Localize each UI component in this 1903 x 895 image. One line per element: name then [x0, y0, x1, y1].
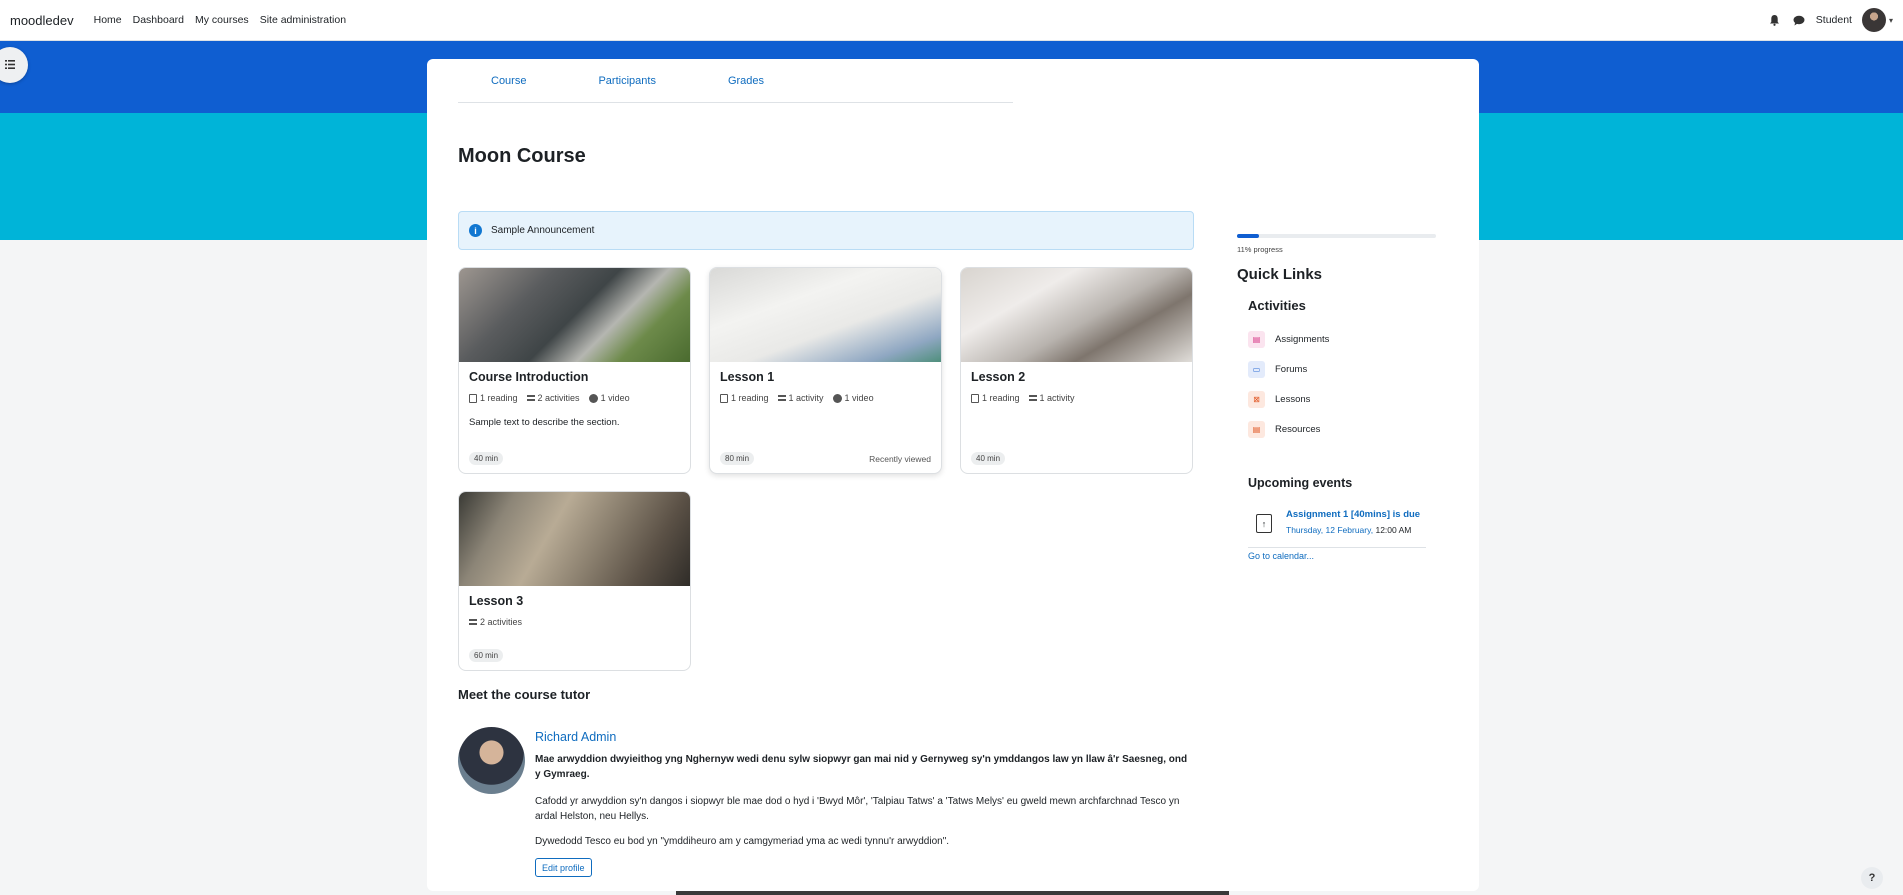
- activity-link-assignments[interactable]: ▤ Assignments: [1248, 331, 1329, 348]
- section-image: [710, 268, 941, 362]
- reading-icon: [971, 393, 979, 403]
- assignment-icon: ▤: [1248, 331, 1265, 348]
- chevron-down-icon[interactable]: ▾: [1889, 16, 1893, 25]
- course-progress-bar: [1237, 234, 1436, 238]
- course-tabs: Course Participants Grades: [458, 59, 1013, 103]
- nav-dashboard[interactable]: Dashboard: [133, 14, 184, 26]
- announcement-text: Sample Announcement: [491, 225, 595, 236]
- tutor-avatar: [458, 727, 525, 794]
- section-image: [459, 268, 690, 362]
- footer-bar: [676, 891, 1229, 895]
- section-meta: 1 reading 1 activity: [971, 393, 1182, 403]
- tab-participants[interactable]: Participants: [598, 75, 655, 87]
- activity-link-resources[interactable]: ▤ Resources: [1248, 421, 1320, 438]
- event-date: Thursday, 12 February, 12:00 AM: [1286, 525, 1412, 535]
- forum-icon: ▭: [1248, 361, 1265, 378]
- section-card-lesson-3[interactable]: Lesson 3 2 activities 60 min: [458, 491, 691, 671]
- nav-home[interactable]: Home: [94, 14, 122, 26]
- section-description: Sample text to describe the section.: [469, 417, 620, 428]
- upcoming-events-title: Upcoming events: [1248, 476, 1353, 490]
- activity-icon: [526, 395, 535, 401]
- chat-icon[interactable]: [1792, 13, 1806, 27]
- duration-badge: 40 min: [971, 452, 1006, 465]
- section-card-lesson-1[interactable]: Lesson 1 1 reading 1 activity 1 video 80…: [709, 267, 942, 474]
- duration-badge: 80 min: [720, 452, 755, 465]
- duration-badge: 40 min: [469, 452, 504, 465]
- tutor-heading: Meet the course tutor: [458, 687, 591, 702]
- section-title[interactable]: Course Introduction: [469, 370, 680, 384]
- section-image: [961, 268, 1192, 362]
- info-icon: i: [469, 224, 482, 237]
- divider: [1248, 547, 1426, 548]
- section-title[interactable]: Lesson 1: [720, 370, 931, 384]
- top-navbar: moodledev Home Dashboard My courses Site…: [0, 0, 1903, 41]
- duration-badge: 60 min: [469, 649, 504, 662]
- activity-icon: [469, 619, 477, 625]
- quick-links-title: Quick Links: [1237, 266, 1323, 283]
- activity-link-lessons[interactable]: ⊠ Lessons: [1248, 391, 1310, 408]
- navbar-user-area: Student ▾: [1768, 8, 1893, 32]
- activity-icon: [777, 395, 786, 401]
- section-title[interactable]: Lesson 3: [469, 594, 680, 608]
- tutor-name-link[interactable]: Richard Admin: [535, 730, 616, 744]
- help-button[interactable]: ?: [1861, 867, 1883, 889]
- section-meta: 1 reading 2 activities 1 video: [469, 393, 680, 403]
- tutor-bio-paragraph: Cafodd yr arwyddion sy'n dangos i siopwy…: [535, 796, 1180, 822]
- video-icon: [588, 393, 598, 403]
- go-to-calendar-link[interactable]: Go to calendar...: [1248, 551, 1314, 561]
- section-title[interactable]: Lesson 2: [971, 370, 1182, 384]
- activity-link-forums[interactable]: ▭ Forums: [1248, 361, 1307, 378]
- list-icon: [5, 56, 15, 74]
- tutor-bio-paragraph: Dywedodd Tesco eu bod yn "ymddiheuro am …: [535, 836, 950, 847]
- activity-icon: [1028, 395, 1037, 401]
- lesson-icon: ⊠: [1248, 391, 1265, 408]
- section-image: [459, 492, 690, 586]
- page-title: Moon Course: [458, 145, 586, 167]
- bell-icon[interactable]: [1768, 13, 1782, 27]
- event-link[interactable]: Assignment 1 [40mins] is due: [1286, 509, 1420, 520]
- site-brand[interactable]: moodledev: [10, 13, 74, 28]
- section-card-lesson-2[interactable]: Lesson 2 1 reading 1 activity 40 min: [960, 267, 1193, 474]
- nav-site-administration[interactable]: Site administration: [260, 14, 346, 26]
- recently-viewed-label: Recently viewed: [869, 453, 931, 464]
- announcement-banner: i Sample Announcement: [458, 211, 1194, 250]
- progress-label: 11% progress: [1237, 245, 1283, 254]
- tab-grades[interactable]: Grades: [728, 75, 764, 87]
- activities-title: Activities: [1248, 298, 1306, 313]
- tab-course[interactable]: Course: [491, 75, 526, 87]
- assignment-file-icon: ↑: [1256, 514, 1272, 533]
- section-meta: 1 reading 1 activity 1 video: [720, 393, 931, 403]
- user-avatar[interactable]: [1861, 8, 1886, 32]
- nav-my-courses[interactable]: My courses: [195, 14, 249, 26]
- section-meta: 2 activities: [469, 617, 680, 627]
- section-card-course-introduction[interactable]: Course Introduction 1 reading 2 activiti…: [458, 267, 691, 474]
- video-icon: [832, 393, 842, 403]
- reading-icon: [469, 393, 477, 403]
- reading-icon: [720, 393, 728, 403]
- course-page: Course Participants Grades Moon Course i…: [427, 59, 1479, 891]
- edit-profile-button[interactable]: Edit profile: [535, 858, 592, 877]
- tutor-bio-bold: Mae arwyddion dwyieithog yng Nghernyw we…: [535, 754, 1188, 780]
- user-name[interactable]: Student: [1816, 14, 1852, 26]
- progress-fill: [1237, 234, 1259, 238]
- resource-icon: ▤: [1248, 421, 1265, 438]
